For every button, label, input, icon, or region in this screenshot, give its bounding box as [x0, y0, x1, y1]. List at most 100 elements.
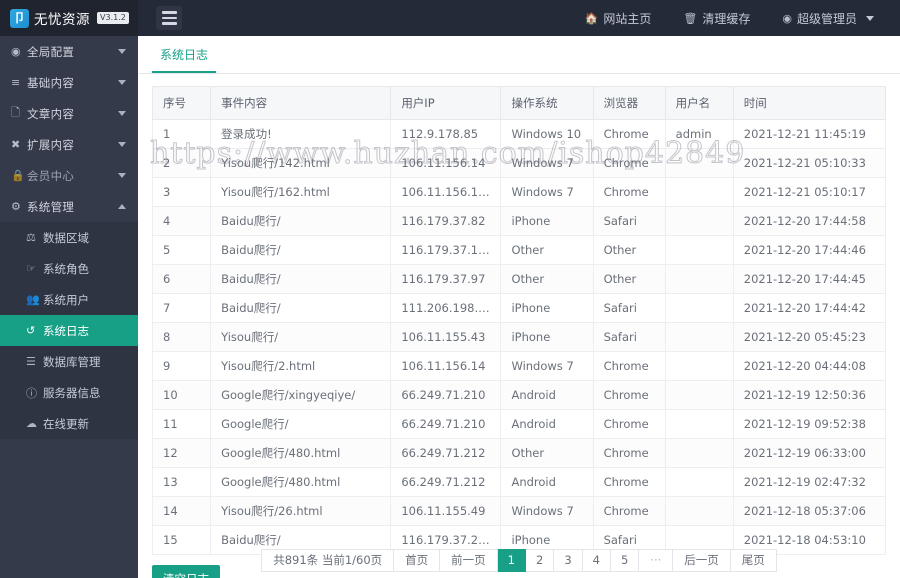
table-row: 9 Yisou爬行/2.html 106.11.156.14 Windows 7 Chr… [151, 351, 887, 381]
pagination-prev[interactable]: 前一页 [440, 549, 498, 572]
topnav-item-clear-cache[interactable]: 🗑 清理缓存 [667, 0, 766, 36]
brand-logo-area[interactable]: 卩 无忧资源 V3.1.2 [0, 0, 138, 36]
pagination-page-3[interactable]: 3 [554, 549, 583, 572]
sidebar-label-article-content: 文章内容 [27, 106, 75, 121]
cell-index: 14 [151, 496, 212, 526]
cell-username [664, 380, 734, 410]
cell-time: 2021-12-19 12:50:36 [732, 380, 887, 410]
cell-ip: 116.179.37.97 [390, 264, 502, 294]
cell-username [664, 467, 734, 497]
cell-index: 11 [151, 409, 212, 439]
sidebar-item-server-info[interactable]: ⓘ 服务器信息 [0, 377, 138, 408]
sidebar-label-system-management: 系统管理 [27, 199, 75, 214]
topnav-label-user: 超级管理员 [796, 11, 857, 26]
cell-username [664, 322, 734, 352]
info-icon: ⓘ [26, 386, 37, 400]
pagination-page-2[interactable]: 2 [525, 549, 555, 572]
cell-index: 4 [151, 206, 212, 236]
sidebar-item-system-users[interactable]: 👥 系统用户 [0, 284, 138, 315]
topnav-label-home: 网站主页 [603, 11, 652, 26]
sidebar-label-system-roles: 系统角色 [43, 261, 89, 276]
sidebar-item-global-config[interactable]: ◉ 全局配置 [0, 36, 138, 67]
sidebar-item-extension-content[interactable]: ✖ 扩展内容 [0, 129, 138, 160]
chevron-down-icon [118, 173, 126, 178]
content-area: 系统日志 序号 事件内容 用户IP 操作系统 浏览器 用户名 时间 1 登录成功… [138, 36, 900, 578]
pagination-page-5[interactable]: 5 [610, 549, 640, 572]
pagination-page-1[interactable]: 1 [497, 549, 526, 572]
tab-strip: 系统日志 [138, 36, 900, 74]
pagination-page-4[interactable]: 4 [582, 549, 611, 572]
cell-username [664, 148, 734, 178]
cell-ip: 106.11.156.14 [390, 351, 502, 381]
sidebar-label-extension-content: 扩展内容 [27, 137, 75, 152]
cell-ip: 106.11.156.156 [390, 177, 502, 207]
p-logo-icon: 卩 [10, 8, 29, 28]
cell-os: iPhone [500, 206, 594, 236]
chevron-down-icon [118, 49, 126, 54]
cell-event: Yisou爬行/ [210, 322, 392, 352]
cell-ip: 112.9.178.85 [390, 119, 502, 149]
sidebar-item-article-content[interactable]: 🗋 文章内容 [0, 98, 138, 129]
sidebar-label-system-log: 系统日志 [43, 323, 89, 338]
lock-icon: 🔒 [11, 169, 25, 182]
version-badge: V3.1.2 [97, 12, 129, 24]
cell-ip: 111.206.198.37 [390, 293, 502, 323]
cell-ip: 66.249.71.212 [390, 438, 502, 468]
pagination-next[interactable]: 后一页 [673, 549, 731, 572]
col-header-ip: 用户IP [390, 86, 502, 120]
chevron-down-icon [118, 80, 126, 85]
sidebar-item-system-management[interactable]: ⚙ 系统管理 [0, 191, 138, 222]
cell-event: Google爬行/480.html [210, 438, 392, 468]
log-table-wrap: 序号 事件内容 用户IP 操作系统 浏览器 用户名 时间 1 登录成功! 112.9… [138, 74, 900, 555]
tab-system-log[interactable]: 系统日志 [152, 46, 217, 73]
system-log-table: 序号 事件内容 用户IP 操作系统 浏览器 用户名 时间 1 登录成功! 112.9… [151, 86, 887, 555]
sidebar-label-global-config: 全局配置 [27, 44, 75, 59]
users-icon: 👥 [26, 293, 40, 306]
brand-name: 无忧资源 [34, 12, 90, 28]
sidebar-item-member-center[interactable]: 🔒 会员中心 [0, 160, 138, 191]
cell-event: Baidu爬行/ [210, 235, 392, 265]
cell-event: Baidu爬行/ [210, 206, 392, 236]
cell-time: 2021-12-20 04:44:08 [732, 351, 887, 381]
cell-os: Other [500, 264, 594, 294]
sidebar-item-data-zone[interactable]: ⚖ 数据区域 [0, 222, 138, 253]
hamburger-menu-icon[interactable] [156, 6, 182, 30]
sidebar-item-online-update[interactable]: ☁ 在线更新 [0, 408, 138, 439]
cell-index: 9 [151, 351, 212, 381]
cell-time: 2021-12-19 02:47:32 [732, 467, 887, 497]
table-row: 7 Baidu爬行/111.206.198.37 iPhone Safari 2021-… [151, 293, 887, 323]
cell-username [664, 235, 734, 265]
cell-event: Yisou爬行/2.html [210, 351, 392, 381]
cell-username [664, 351, 734, 381]
sidebar-item-basic-content[interactable]: ≡ 基础内容 [0, 67, 138, 98]
topnav-item-user[interactable]: ◉ 超级管理员 [766, 0, 890, 36]
table-row: 8 Yisou爬行/106.11.155.43 iPhone Safari 2021-1… [151, 322, 887, 352]
cell-time: 2021-12-21 05:10:17 [732, 177, 887, 207]
cell-index: 5 [151, 235, 212, 265]
cell-time: 2021-12-20 17:44:46 [732, 235, 887, 265]
history-icon: ↺ [26, 324, 36, 337]
cell-username [664, 264, 734, 294]
cell-index: 12 [151, 438, 212, 468]
sidebar-item-system-roles[interactable]: ☞ 系统角色 [0, 253, 138, 284]
cell-os: Windows 7 [500, 351, 594, 381]
table-row: 1 登录成功! 112.9.178.85 Windows 10 Chrome admin 2… [151, 119, 887, 149]
cell-username [664, 438, 734, 468]
pagination-last[interactable]: 尾页 [730, 549, 777, 572]
cell-browser: Chrome [592, 119, 666, 149]
cell-ip: 106.11.155.49 [390, 496, 502, 526]
cell-os: Windows 10 [500, 119, 594, 149]
table-body: 1 登录成功! 112.9.178.85 Windows 10 Chrome admin 2… [151, 119, 887, 555]
sidebar-item-database-management[interactable]: ☰ 数据库管理 [0, 346, 138, 377]
cell-ip: 116.179.37.117 [390, 235, 502, 265]
cloud-upload-icon: ☁ [26, 417, 37, 430]
cell-browser: Chrome [592, 467, 666, 497]
topnav-label-clear-cache: 清理缓存 [702, 11, 751, 26]
table-row: 11 Google爬行/66.249.71.210 Android Chrome 202… [151, 409, 887, 439]
sitemap-icon: ⚖ [26, 231, 36, 244]
pagination-first[interactable]: 首页 [394, 549, 441, 572]
cell-event: Yisou爬行/26.html [210, 496, 392, 526]
sidebar-label-database-management: 数据库管理 [43, 354, 101, 369]
sidebar-item-system-log[interactable]: ↺ 系统日志 [0, 315, 138, 346]
topnav-item-home[interactable]: 🏠 网站主页 [569, 0, 668, 36]
